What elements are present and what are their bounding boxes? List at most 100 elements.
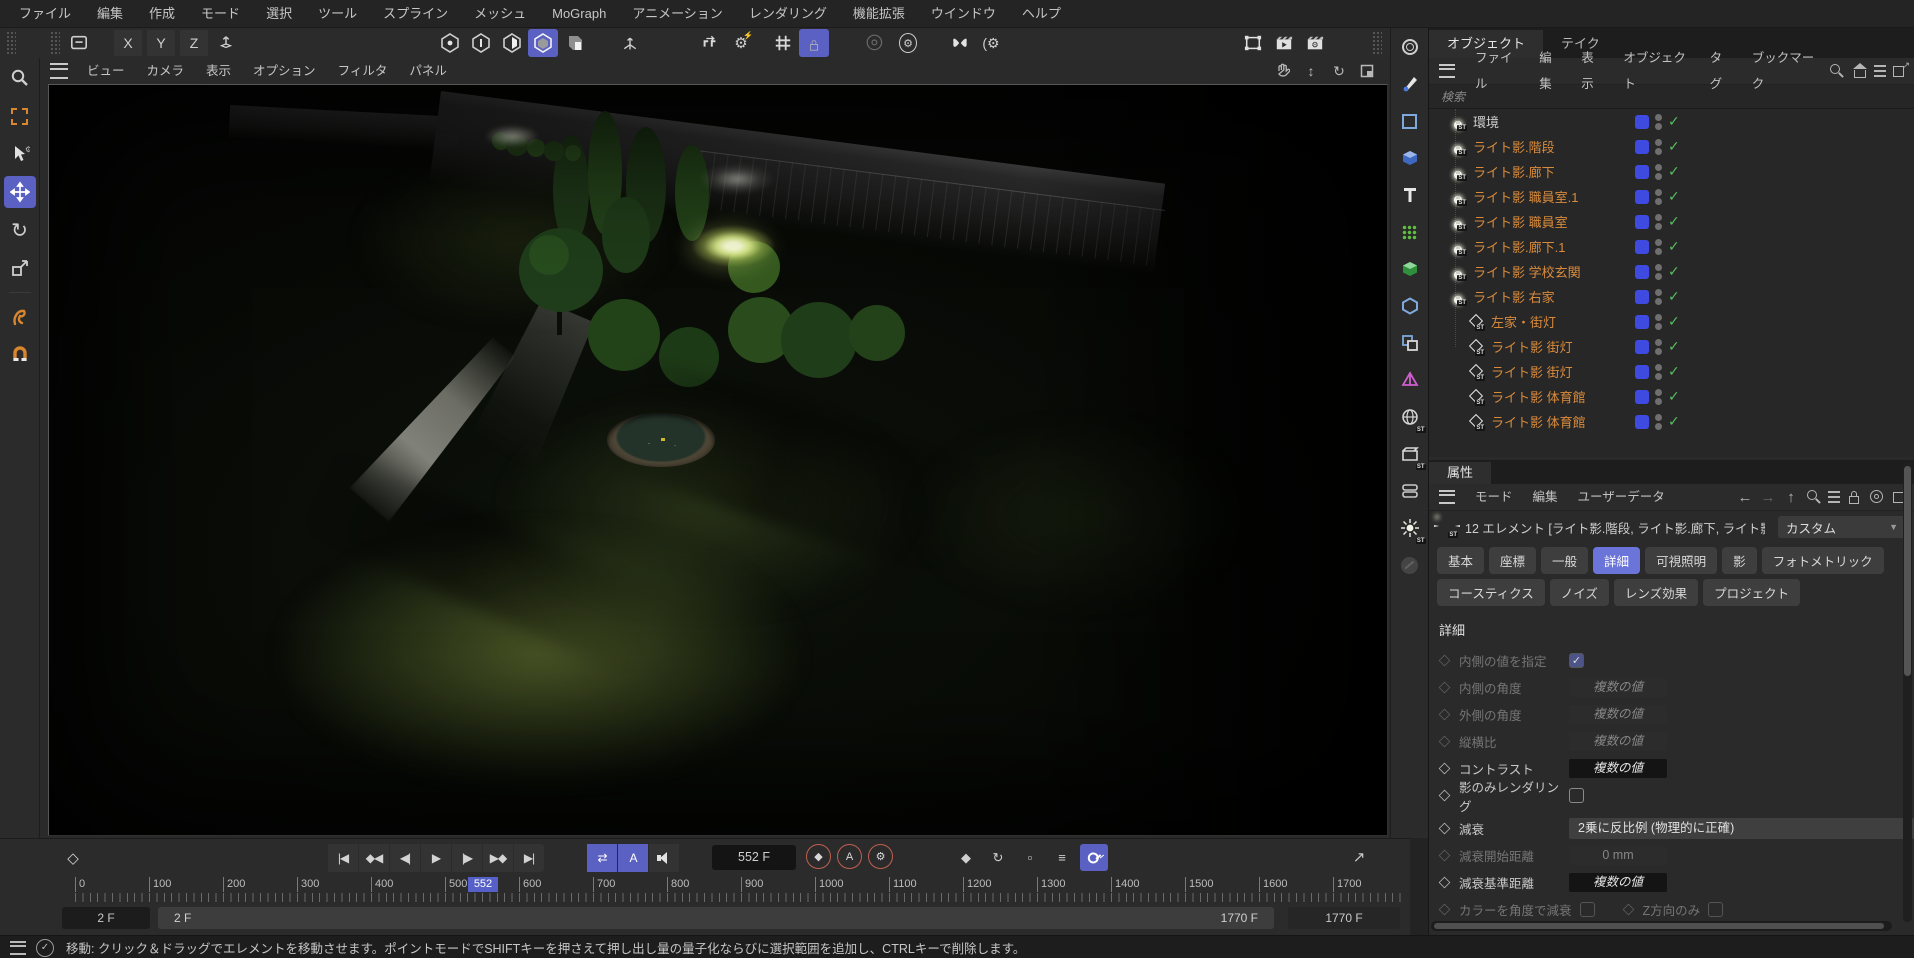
keyframe-diamond-icon[interactable] xyxy=(1622,904,1634,916)
attr-tab[interactable]: 詳細 xyxy=(1593,547,1640,574)
axis-x-button[interactable]: X xyxy=(114,30,142,56)
sky-object-icon[interactable]: ST xyxy=(1395,402,1425,432)
range-start-field[interactable]: 2 F xyxy=(62,907,150,929)
visibility-dots[interactable] xyxy=(1655,114,1662,130)
attr-tab[interactable]: レンズ効果 xyxy=(1614,579,1698,606)
viewport-menu-icon[interactable] xyxy=(50,63,68,79)
object-row[interactable]: ST ライト影 体育館 ✓ xyxy=(1429,409,1914,434)
attr-tab[interactable]: 座標 xyxy=(1489,547,1536,574)
visibility-dots[interactable] xyxy=(1655,289,1662,305)
magnet-tool[interactable] xyxy=(4,339,36,371)
next-key-button[interactable]: ▶◆ xyxy=(483,844,513,872)
autokey-toggle-button[interactable]: A xyxy=(837,844,862,869)
record-keyframe-button[interactable]: ◆ xyxy=(806,844,831,869)
back-icon[interactable]: ← xyxy=(1736,488,1754,506)
mode-model-icon[interactable] xyxy=(435,29,465,57)
layer-color-chip[interactable] xyxy=(1635,415,1649,429)
attr-tab[interactable]: 可視照明 xyxy=(1645,547,1717,574)
track-icon[interactable] xyxy=(1868,488,1886,506)
menu-item[interactable]: ウインドウ xyxy=(918,0,1009,28)
light-object-icon[interactable]: ST xyxy=(1449,163,1466,180)
pen-spline-icon[interactable] xyxy=(1395,69,1425,99)
zoom-tool[interactable] xyxy=(4,62,36,94)
menu-item[interactable]: MoGraph xyxy=(539,0,619,28)
layer-color-chip[interactable] xyxy=(1635,265,1649,279)
record-parameter-button[interactable]: ≡ xyxy=(1048,844,1076,871)
keyframe-diamond-icon[interactable] xyxy=(1439,904,1451,916)
goto-end-button[interactable]: ▶| xyxy=(514,844,544,872)
material-icon[interactable] xyxy=(1395,550,1425,580)
menu-item[interactable]: スプライン xyxy=(370,0,461,28)
light-object-icon[interactable]: ST xyxy=(1449,288,1466,305)
layer-color-chip[interactable] xyxy=(1635,115,1649,129)
menu-item[interactable]: モード xyxy=(188,0,253,28)
visibility-dots[interactable] xyxy=(1655,264,1662,280)
viewport-menu-item[interactable]: オプション xyxy=(242,58,327,84)
attributes-tab[interactable]: 属性 xyxy=(1429,462,1491,484)
popout-icon[interactable] xyxy=(1891,62,1909,80)
modeling-settings-icon[interactable]: (⚙ xyxy=(976,29,1006,57)
render-gear-icon[interactable]: ⚙ xyxy=(893,29,923,57)
checkbox[interactable] xyxy=(1569,788,1584,803)
light-object-icon[interactable]: ST xyxy=(1449,138,1466,155)
current-frame-marker[interactable]: 552 xyxy=(468,877,498,892)
stage-object-icon[interactable]: ST xyxy=(1395,439,1425,469)
next-frame-button[interactable]: |▶ xyxy=(452,844,482,872)
enabled-check-icon[interactable]: ✓ xyxy=(1668,413,1680,430)
figure-object-icon[interactable] xyxy=(1395,254,1425,284)
range-slider[interactable]: 2 F 1770 F xyxy=(158,907,1274,929)
background-object-icon[interactable] xyxy=(1395,476,1425,506)
light-object-icon[interactable]: ST xyxy=(1449,188,1466,205)
maximize-view-icon[interactable] xyxy=(1358,62,1376,80)
light-object-icon[interactable]: ST xyxy=(1449,113,1466,130)
pyramid-object-icon[interactable] xyxy=(1395,365,1425,395)
filter-icon[interactable] xyxy=(1874,62,1886,80)
cube-object-icon[interactable] xyxy=(1395,143,1425,173)
spot-light-icon[interactable]: ST xyxy=(1467,313,1484,330)
keyframe-diamond-icon[interactable] xyxy=(1439,790,1451,802)
visibility-dots[interactable] xyxy=(1655,214,1662,230)
enabled-check-icon[interactable]: ✓ xyxy=(1668,313,1680,330)
render-view-icon[interactable] xyxy=(1238,29,1268,57)
axis-y-button[interactable]: Y xyxy=(147,30,175,56)
value-field[interactable]: 0 mm xyxy=(1569,846,1667,865)
keyframe-diamond-icon[interactable] xyxy=(1439,763,1451,775)
visibility-dots[interactable] xyxy=(1655,414,1662,430)
loop-playback-button[interactable]: ⇄ xyxy=(587,844,617,872)
enabled-check-icon[interactable]: ✓ xyxy=(1668,163,1680,180)
current-frame-field[interactable]: 552 F xyxy=(712,845,796,870)
pen-tool[interactable] xyxy=(4,301,36,333)
object-row[interactable]: ST ライト影 学校玄関 ✓ xyxy=(1429,259,1914,284)
mode-object-icon[interactable] xyxy=(466,29,496,57)
panel-menu-icon[interactable] xyxy=(1439,490,1455,504)
selection-settings-tool[interactable]: ⚙ xyxy=(4,138,36,170)
expand-timeline-icon[interactable]: ↗ xyxy=(1346,845,1372,869)
object-row[interactable]: ST ライト影.階段 ✓ xyxy=(1429,134,1914,159)
pan-hand-icon[interactable] xyxy=(1274,62,1292,80)
menu-item[interactable]: レンダリング xyxy=(736,0,840,28)
value-field[interactable]: 複数の値 xyxy=(1569,759,1667,778)
lens-tool-icon[interactable] xyxy=(1395,32,1425,62)
object-row[interactable]: ST ライト影 職員室.1 ✓ xyxy=(1429,184,1914,209)
coord-reset-icon[interactable] xyxy=(695,29,725,57)
toolbar-grip[interactable] xyxy=(6,31,16,55)
checkbox[interactable] xyxy=(1708,902,1723,917)
object-row[interactable]: ST 環境 ✓ xyxy=(1429,109,1914,134)
search-icon[interactable] xyxy=(1805,488,1823,506)
layer-color-chip[interactable] xyxy=(1635,140,1649,154)
mode-edge-icon[interactable] xyxy=(497,29,527,57)
cloner-object-icon[interactable] xyxy=(1395,217,1425,247)
live-selection-tool[interactable] xyxy=(4,100,36,132)
spot-light-icon[interactable]: ST xyxy=(1467,338,1484,355)
enabled-check-icon[interactable]: ✓ xyxy=(1668,213,1680,230)
object-row[interactable]: ST ライト影.廊下.1 ✓ xyxy=(1429,234,1914,259)
target-circle-icon[interactable] xyxy=(862,29,892,57)
value-field[interactable]: 複数の値 xyxy=(1569,873,1667,892)
timeline-ruler[interactable]: 0100200300400500600700800900100011001200… xyxy=(75,877,1405,905)
layer-color-chip[interactable] xyxy=(1635,215,1649,229)
am-menu-item[interactable]: ユーザーデータ xyxy=(1568,484,1675,510)
render-picture-viewer-icon[interactable] xyxy=(1269,29,1299,57)
enabled-check-icon[interactable]: ✓ xyxy=(1668,238,1680,255)
menu-item[interactable]: 機能拡張 xyxy=(840,0,918,28)
filter-icon[interactable] xyxy=(1828,488,1840,506)
